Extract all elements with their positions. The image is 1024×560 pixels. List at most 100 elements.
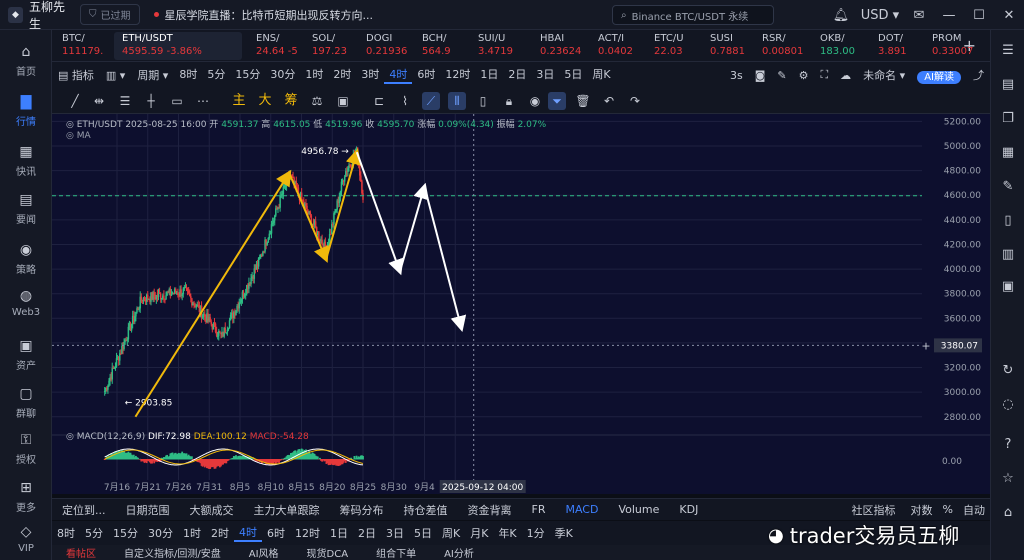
nav-item-10[interactable]: ⊞ 更多 (0, 480, 52, 514)
indicator-tab-6[interactable]: 持仓差值 (394, 502, 458, 518)
trash-icon[interactable]: 🗑︎ (574, 92, 592, 110)
close-icon[interactable]: ✕ (994, 8, 1024, 23)
bottom-interval-16[interactable]: 年K (493, 525, 521, 541)
bottom-interval-9[interactable]: 12时 (290, 525, 325, 541)
bell-icon[interactable]: 🔔︎ (826, 8, 856, 23)
ticker-2[interactable]: ETH/USDT 4595.59 -3.86% (114, 32, 242, 60)
camera-icon[interactable]: ◙ (749, 69, 772, 82)
ticker-3[interactable]: ENS/24.64 -5 (248, 32, 302, 60)
bottom-tab-5[interactable]: 组合下单 (362, 545, 430, 560)
big-tool[interactable]: 大 (256, 92, 274, 110)
refresh-icon[interactable]: ↻ (1000, 364, 1016, 378)
line-tool-icon[interactable]: ╱ (66, 92, 84, 110)
interval-10[interactable]: 12时 (440, 66, 475, 84)
bottom-tab-2[interactable]: 自定义指标/回测/安盘 (110, 545, 235, 560)
ma-legend[interactable]: ◎ MA (66, 131, 91, 141)
bottom-tab-4[interactable]: 现货DCA (293, 545, 363, 560)
interval-12[interactable]: 2日 (503, 66, 531, 84)
ticker-6[interactable]: BCH/564.9 (414, 32, 468, 60)
lock-icon[interactable]: 🔒︎ (500, 92, 518, 110)
ai-button[interactable]: AI解读 (911, 68, 967, 84)
indicator-tab-12[interactable]: 社区指标 (842, 502, 906, 518)
ticker-13[interactable]: OKB/183.00 (812, 32, 868, 60)
nav-item-9[interactable]: ⚿ 授权 (0, 432, 52, 466)
bottom-interval-5[interactable]: 1时 (178, 525, 206, 541)
ticker-10[interactable]: ETC/U 22.03 (646, 32, 700, 60)
bottom-interval-4[interactable]: 30分 (143, 525, 178, 541)
period-button[interactable]: 周期 ▾ (131, 67, 174, 83)
list-icon[interactable]: ▤ (1000, 78, 1016, 92)
bottom-interval-15[interactable]: 月K (465, 525, 493, 541)
menu-icon[interactable]: ☰ (1000, 44, 1016, 58)
fullscreen-icon[interactable]: ⛶ (814, 68, 834, 82)
indicator-tab-3[interactable]: 大额成交 (180, 502, 244, 518)
interval-8[interactable]: 4时 (384, 66, 413, 84)
notes-icon[interactable]: ✎ (1000, 180, 1016, 194)
redo-icon[interactable]: ↷ (626, 92, 644, 110)
layers-icon[interactable]: ❐ (1000, 112, 1016, 126)
ticker-9[interactable]: ACT/I 0.0402 (590, 32, 644, 60)
chart-style-icon[interactable]: ▣ (334, 92, 352, 110)
gift-icon[interactable]: ⌂ (1000, 506, 1016, 520)
interval-4[interactable]: 30分 (265, 66, 300, 84)
ticker-8[interactable]: HBAI 0.23624 (532, 32, 588, 60)
ticker-15[interactable]: PROM 0.33007 (924, 32, 984, 60)
main-tool[interactable]: 主 (230, 92, 248, 110)
minimize-icon[interactable]: — (934, 8, 964, 23)
ticker-5[interactable]: DOGI 0.21936 (358, 32, 412, 60)
bottom-tab-1[interactable]: 看帖区 (52, 545, 110, 560)
more-tools-icon[interactable]: ⋯ (194, 92, 212, 110)
nav-item-3[interactable]: ▦ 快讯 (0, 144, 52, 178)
ticker-11[interactable]: SUSI 0.7881 (702, 32, 752, 60)
file-icon[interactable]: ▯ (1000, 214, 1016, 228)
bottom-interval-11[interactable]: 2日 (353, 525, 381, 541)
interval-2[interactable]: 5分 (202, 66, 230, 84)
layout-name[interactable]: 未命名 ▾ (857, 67, 911, 83)
parallel-tool-icon[interactable]: ☰ (116, 92, 134, 110)
interval-15[interactable]: 周K (587, 66, 615, 84)
interval-11[interactable]: 1日 (475, 66, 503, 84)
indicator-tab-15[interactable]: 自动 (958, 502, 990, 518)
bars-tool-icon[interactable]: ⫴ (448, 92, 466, 110)
indicator-tab-10[interactable]: Volume (608, 503, 669, 516)
eye-icon[interactable]: ◉ (526, 92, 544, 110)
help-icon[interactable]: ? (1000, 438, 1016, 452)
indicator-tab-8[interactable]: FR (522, 503, 556, 516)
magnet-icon[interactable]: ⊏ (370, 92, 388, 110)
hline-tool-icon[interactable]: ⇹ (90, 92, 108, 110)
bottom-tab-6[interactable]: AI分析 (430, 545, 488, 560)
pen-icon[interactable]: ✎ (771, 69, 792, 82)
cloud-icon[interactable]: ☁ (834, 69, 857, 82)
nav-item-8[interactable]: ▢ 群聊 (0, 386, 52, 420)
ray-tool-icon[interactable]: ┼ (142, 92, 160, 110)
search-input[interactable]: ⌕ Binance BTC/USDT 永续 (612, 5, 774, 25)
indicator-tab-7[interactable]: 资金背离 (458, 502, 522, 518)
ticker-7[interactable]: SUI/U 3.4719 (470, 32, 530, 60)
macd-toggle-icon[interactable]: ◎ (66, 432, 74, 442)
book-icon[interactable]: ▣ (1000, 280, 1016, 294)
indicator-tab-2[interactable]: 日期范围 (116, 502, 180, 518)
chart-type-button[interactable]: ▥ ▾ (100, 69, 131, 82)
bottom-interval-12[interactable]: 3日 (381, 525, 409, 541)
stats-icon[interactable]: ▥ (1000, 248, 1016, 262)
maximize-icon[interactable]: ☐ (964, 8, 994, 23)
ticker-12[interactable]: RSR/0.00801 (754, 32, 810, 60)
refresh-speed[interactable]: 3s (724, 69, 749, 82)
nav-item-7[interactable]: ▣ 资产 (0, 338, 52, 372)
bottom-interval-8[interactable]: 6时 (262, 525, 290, 541)
interval-14[interactable]: 5日 (559, 66, 587, 84)
bottom-interval-7[interactable]: 4时 (234, 524, 262, 542)
nav-item-2[interactable]: ▇ 行情 (0, 94, 52, 128)
indicator-tab-4[interactable]: 主力大单跟踪 (244, 502, 330, 518)
bottom-interval-6[interactable]: 2时 (206, 525, 234, 541)
compare-icon[interactable]: ⚖ (308, 92, 326, 110)
news-ticker[interactable]: 星辰学院直播：比特币短期出现反转方向... (153, 7, 373, 23)
ruler-icon[interactable]: ⌇ (396, 92, 414, 110)
bottom-interval-17[interactable]: 1分 (522, 525, 550, 541)
gear-icon[interactable]: ⚙ (793, 69, 815, 82)
rect-tool-icon[interactable]: ▭ (168, 92, 186, 110)
interval-5[interactable]: 1时 (300, 66, 328, 84)
chips-tool[interactable]: 筹 (282, 92, 300, 110)
indicator-tab-11[interactable]: KDJ (669, 503, 708, 516)
clipboard-icon[interactable]: ▯ (474, 92, 492, 110)
